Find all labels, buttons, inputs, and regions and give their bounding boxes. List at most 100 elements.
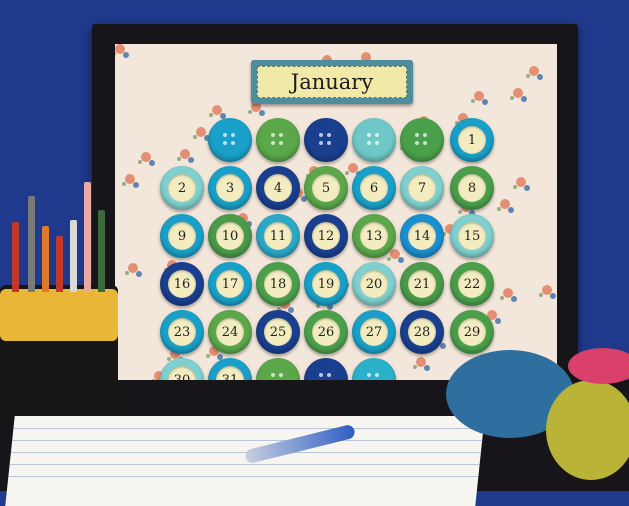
blank-button (400, 118, 444, 162)
photo-scene: January 1 2 3 4 5 6 7 8 9 10 11 12 13 14 15 16 17 18 19 20 2… (0, 0, 629, 506)
fabric-flower (542, 285, 552, 295)
day-number: 3 (216, 174, 244, 202)
pencil (56, 236, 63, 292)
day-button: 15 (450, 214, 494, 258)
day-number: 7 (408, 174, 436, 202)
notebook-rule (12, 440, 483, 441)
pencil (98, 210, 105, 292)
day-button: 23 (160, 310, 204, 354)
notebook-rule (13, 428, 484, 429)
day-number: 22 (458, 270, 486, 298)
fabric-flower (128, 263, 138, 273)
day-button: 26 (304, 310, 348, 354)
button-holes (319, 133, 333, 147)
pencil-cup-pattern-band (0, 289, 118, 341)
fabric-flower (513, 88, 523, 98)
day-number: 21 (408, 270, 436, 298)
day-button: 3 (208, 166, 252, 210)
blank-button (208, 118, 252, 162)
day-number: 13 (360, 222, 388, 250)
fabric-flower (529, 66, 539, 76)
day-button: 17 (208, 262, 252, 306)
day-button: 14 (400, 214, 444, 258)
fabric-flower (141, 152, 151, 162)
day-number: 23 (168, 318, 196, 346)
day-number: 4 (264, 174, 292, 202)
day-button: 28 (400, 310, 444, 354)
day-button: 9 (160, 214, 204, 258)
pencil (84, 182, 91, 292)
day-number: 18 (264, 270, 292, 298)
day-number: 20 (360, 270, 388, 298)
day-number: 24 (216, 318, 244, 346)
day-number: 8 (458, 174, 486, 202)
notebook-rule (9, 464, 480, 465)
day-button: 25 (256, 310, 300, 354)
day-number: 16 (168, 270, 196, 298)
day-button: 19 (304, 262, 348, 306)
day-number: 12 (312, 222, 340, 250)
day-button: 5 (304, 166, 348, 210)
day-button: 13 (352, 214, 396, 258)
day-button: 20 (352, 262, 396, 306)
fabric-flower (500, 199, 510, 209)
button-holes (367, 133, 381, 147)
felt-bowl-pink (568, 348, 629, 384)
day-number: 5 (312, 174, 340, 202)
fabric-flower (390, 249, 400, 259)
day-number: 27 (360, 318, 388, 346)
button-holes (415, 133, 429, 147)
day-number: 28 (408, 318, 436, 346)
day-button: 21 (400, 262, 444, 306)
fabric-flower (516, 177, 526, 187)
button-holes (271, 133, 285, 147)
pencil (42, 226, 49, 292)
day-button: 29 (450, 310, 494, 354)
day-button: 12 (304, 214, 348, 258)
fabric-flower (212, 105, 222, 115)
day-button: 22 (450, 262, 494, 306)
month-label-text: January (257, 66, 407, 98)
fabric-flower (474, 91, 484, 101)
fabric-flower (196, 127, 206, 137)
fabric-flower (125, 174, 135, 184)
day-number: 25 (264, 318, 292, 346)
day-button: 18 (256, 262, 300, 306)
pencil (70, 220, 77, 292)
fabric-flower (416, 357, 426, 367)
day-button: 1 (450, 118, 494, 162)
button-holes (223, 133, 237, 147)
pencil (12, 222, 19, 292)
pencil-cup (0, 285, 118, 425)
fabric-flower (180, 149, 190, 159)
day-button: 7 (400, 166, 444, 210)
blank-button (304, 118, 348, 162)
day-button: 16 (160, 262, 204, 306)
day-button: 10 (208, 214, 252, 258)
day-number: 15 (458, 222, 486, 250)
day-button: 27 (352, 310, 396, 354)
day-number: 29 (458, 318, 486, 346)
day-button: 2 (160, 166, 204, 210)
day-number: 2 (168, 174, 196, 202)
open-notebook (5, 416, 485, 506)
day-number: 17 (216, 270, 244, 298)
day-number: 26 (312, 318, 340, 346)
day-button: 11 (256, 214, 300, 258)
day-number: 11 (264, 222, 292, 250)
day-number: 1 (458, 126, 486, 154)
blank-button (256, 118, 300, 162)
day-number: 19 (312, 270, 340, 298)
day-number: 14 (408, 222, 436, 250)
pencil (28, 196, 35, 292)
fabric-flower (115, 44, 125, 54)
felt-bowl-green (546, 380, 629, 480)
fabric-flower (348, 163, 358, 173)
day-button: 8 (450, 166, 494, 210)
day-number: 6 (360, 174, 388, 202)
blank-button (352, 118, 396, 162)
day-button: 4 (256, 166, 300, 210)
month-label: January (251, 60, 413, 104)
fabric-flower (503, 288, 513, 298)
day-number: 9 (168, 222, 196, 250)
